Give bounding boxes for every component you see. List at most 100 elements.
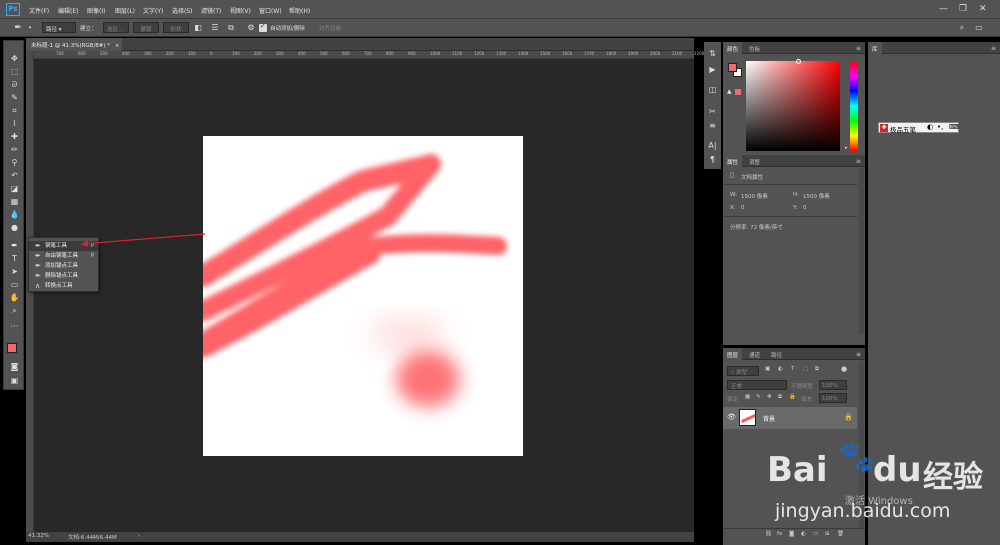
minimize-button[interactable]: — [939,4,948,14]
path-operations-icon[interactable]: ◧ [193,23,203,33]
tab-layers[interactable]: 图层 [723,348,743,360]
tab-color[interactable]: 颜色 [723,42,743,54]
workspace-icon[interactable]: ▭ [974,23,984,33]
tool-mode-select[interactable]: 路径 ▾ [42,22,76,33]
menu-image[interactable]: 图像(I) [87,6,105,15]
menu-filter[interactable]: 滤镜(T) [201,6,221,15]
document-tab[interactable]: 未标题-1 @ 41.3%(RGB/8#) * × [26,38,122,51]
eyedropper-tool-icon[interactable]: ⌇ [6,118,23,130]
make-mask-button[interactable]: 蒙版 [133,22,159,33]
menu-help[interactable]: 帮助(H) [289,6,310,15]
menu-type[interactable]: 文字(Y) [143,6,163,15]
lock-pixels-icon[interactable]: ✎ [756,394,761,400]
lock-position-icon[interactable]: ✥ [767,394,772,400]
menu-edit[interactable]: 编辑(E) [58,6,78,15]
ime-moon-icon[interactable]: ◐ [927,123,933,131]
path-alignment-icon[interactable]: ☰ [210,23,220,33]
chevron-down-icon[interactable]: ▾ [25,23,35,33]
screen-mode-icon[interactable]: ▣ [6,375,23,387]
fill-input[interactable]: 100% [819,393,847,403]
panel-menu-icon[interactable]: ≡ [856,45,861,52]
ime-keyboard-icon[interactable]: ⌨ [949,123,959,131]
rectangle-tool-icon[interactable]: ▭ [6,279,23,291]
filter-toggle-icon[interactable]: ● [841,365,847,373]
panel-menu-icon[interactable]: ≡ [856,351,861,358]
filter-shape-icon[interactable]: ⬚ [803,366,808,372]
pen-tool-preset-icon[interactable]: ✒ [13,23,23,33]
brush-tool-icon[interactable]: ✏ [6,144,23,156]
paragraph-panel-icon[interactable]: ¶ [707,154,718,165]
quick-mask-icon[interactable]: ◙ [6,361,23,373]
gamut-warning-swatch[interactable] [735,89,741,95]
tab-paths[interactable]: 路径 [767,348,786,360]
more-tools-icon[interactable]: ··· [6,321,23,333]
opacity-input[interactable]: 100% [819,380,847,390]
flyout-item-pen[interactable]: ✒ 钢笔工具 P [29,241,98,251]
healing-brush-tool-icon[interactable]: ✚ [6,131,23,143]
close-button[interactable]: ✕ [979,4,987,14]
layer-row[interactable]: 👁 背景 🔒 [723,407,857,429]
document-canvas[interactable] [203,136,523,456]
filter-smart-object-icon[interactable]: ⧉ [815,366,819,373]
y-value[interactable]: 0 [803,205,807,211]
properties-scrollbar[interactable] [859,168,864,334]
foreground-color-swatch[interactable] [7,343,17,353]
gear-icon[interactable]: ⚙ [246,23,256,33]
flyout-item-freeform-pen[interactable]: ✒ 自由钢笔工具 P [29,251,98,261]
gradient-tool-icon[interactable]: ▦ [6,196,23,208]
saturation-value-picker[interactable] [746,61,840,151]
tab-libraries[interactable]: 库 [868,42,882,54]
blur-tool-icon[interactable]: 💧 [6,209,23,221]
status-menu-icon[interactable]: › [138,533,140,539]
tab-adjustments[interactable]: 调整 [745,155,764,167]
zoom-tool-icon[interactable]: ⌕ [6,305,23,317]
color-picker-cursor[interactable] [796,59,801,64]
flyout-item-add-anchor[interactable]: ✒ 添加锚点工具 [29,261,98,271]
blend-mode-select[interactable]: 正常 [727,380,787,390]
menu-layer[interactable]: 图层(L) [115,6,135,15]
character-panel-icon[interactable]: A| [707,140,718,151]
layer-filter-select[interactable]: ⌕ 类型 [727,366,759,376]
hand-tool-icon[interactable]: ✋ [6,292,23,304]
height-value[interactable]: 1500 像素 [803,192,830,200]
history-panel-icon[interactable]: ⇅ [707,48,718,59]
filter-pixel-icon[interactable]: ▣ [765,366,770,372]
layer-name[interactable]: 背景 [763,414,775,423]
filter-adjustment-icon[interactable]: ◐ [778,366,783,372]
width-value[interactable]: 1500 像素 [741,192,768,200]
panel-menu-icon[interactable]: ≡ [991,45,996,52]
lock-artboard-icon[interactable]: ⧉ [778,394,782,401]
clone-stamp-tool-icon[interactable]: ⚲ [6,157,23,169]
path-selection-tool-icon[interactable]: ➤ [6,266,23,278]
tab-properties[interactable]: 属性 [723,155,743,167]
tab-channels[interactable]: 通道 [745,348,764,360]
menu-view[interactable]: 视图(V) [230,6,251,15]
ime-toolbar[interactable]: ✚ 极品五笔 ◐ •, ⌨ [878,122,959,134]
path-arrangement-icon[interactable]: ⧉ [226,23,236,33]
lock-transparency-icon[interactable]: ▦ [745,394,750,400]
menu-window[interactable]: 窗口(W) [259,6,282,15]
make-selection-button[interactable]: 选区... [103,22,129,33]
crop-tool-icon[interactable]: ⌗ [6,105,23,117]
hue-slider-handle[interactable]: ▸ [845,145,848,151]
make-shape-button[interactable]: 形状 [163,22,189,33]
menu-select[interactable]: 选择(S) [172,6,193,15]
eraser-tool-icon[interactable]: ◪ [6,183,23,195]
flyout-item-delete-anchor[interactable]: ✒ 删除锚点工具 [29,271,98,281]
eye-icon[interactable]: 👁 [727,413,736,421]
foreground-color[interactable] [728,63,737,72]
x-value[interactable]: 0 [741,205,745,211]
lasso-tool-icon[interactable]: ᘐ [6,79,23,91]
close-tab-icon[interactable]: × [115,43,120,49]
ime-punct-icon[interactable]: •, [937,123,943,131]
lock-all-icon[interactable]: 🔒 [789,394,796,400]
history-brush-tool-icon[interactable]: ↶ [6,170,23,182]
hue-slider[interactable] [850,61,858,151]
flyout-item-convert-point[interactable]: ∧ 转换点工具 [29,281,98,291]
auto-add-delete-checkbox[interactable]: ✓ [259,22,267,32]
tab-swatches[interactable]: 色板 [745,42,764,54]
move-tool-icon[interactable]: ✥ [6,53,23,65]
properties-panel-icon[interactable]: ◫ [707,84,718,95]
filter-type-icon[interactable]: T [791,366,794,372]
menu-file[interactable]: 文件(F) [29,6,49,15]
